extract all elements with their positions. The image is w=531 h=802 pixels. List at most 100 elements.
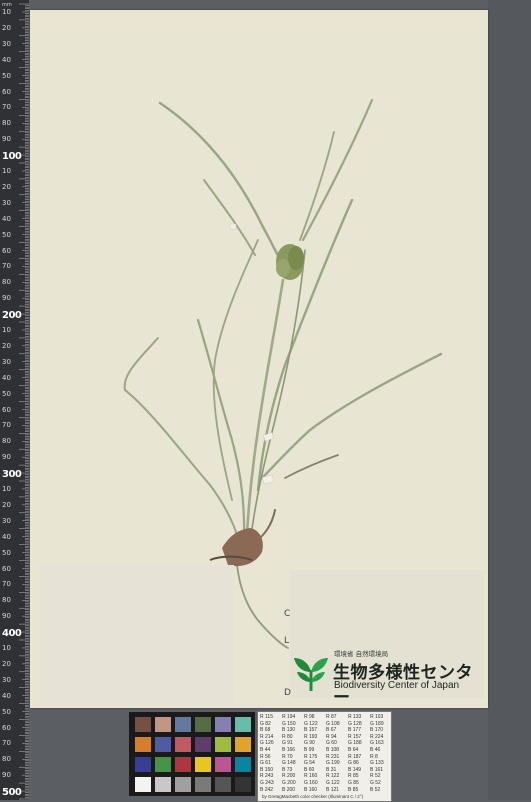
specimen-label-left xyxy=(40,565,234,703)
color-table-cell: B 157 xyxy=(304,727,318,734)
color-table-cell: R 122 xyxy=(326,773,340,780)
color-table-cell: G 52 xyxy=(370,779,381,786)
color-table-cell: G 188 xyxy=(348,740,362,747)
color-table-cell: B 200 xyxy=(282,786,296,793)
color-table-cell: B 52 xyxy=(370,786,381,793)
color-table-cell: B 99 xyxy=(304,746,315,753)
color-table-cell: B 170 xyxy=(370,727,384,734)
color-patch xyxy=(195,717,211,732)
color-table-cell: G 86 xyxy=(348,760,359,767)
color-patch xyxy=(135,777,151,792)
color-table-cell: G 54 xyxy=(304,760,315,767)
color-patch xyxy=(175,777,191,792)
color-table-cell: R 193 xyxy=(304,733,318,740)
color-patch xyxy=(155,777,171,792)
color-table-cell: R 98 xyxy=(304,714,315,720)
color-table-cell: B 242 xyxy=(260,786,274,793)
color-table-cell: B 149 xyxy=(348,766,362,773)
color-patch xyxy=(195,757,211,772)
color-table-cell: B 64 xyxy=(348,746,359,753)
color-table-cell: R 160 xyxy=(304,773,318,780)
color-reference-table: R 115 R 194 R 98 R 87 R 133 R 103 G 82 G 150 G 1… xyxy=(257,711,392,802)
color-patch xyxy=(135,737,151,752)
color-table-cell: G 122 xyxy=(304,720,318,727)
color-table-cell: R 187 xyxy=(348,753,362,760)
color-table-cell: G 91 xyxy=(282,740,293,747)
label-fragment-c: C xyxy=(284,609,291,619)
color-table-cell: G 85 xyxy=(348,779,359,786)
color-table-cell: R 56 xyxy=(260,753,271,760)
color-patch xyxy=(135,717,151,732)
color-table-cell: G 160 xyxy=(304,779,318,786)
color-patch xyxy=(235,717,251,732)
label-fragment-d: D xyxy=(284,688,291,698)
color-patch xyxy=(215,757,231,772)
color-table-cell: B 121 xyxy=(326,786,340,793)
color-table-cell: G 150 xyxy=(282,720,296,727)
color-patch xyxy=(195,777,211,792)
color-patch xyxy=(215,777,231,792)
color-table-footer: by GretagMacbeth color checker (Illumina… xyxy=(262,794,364,799)
color-table-cell: G 133 xyxy=(370,760,384,767)
color-table-cell: B 161 xyxy=(370,766,384,773)
color-table-cell: B 166 xyxy=(282,746,296,753)
color-patch xyxy=(175,737,191,752)
color-patch xyxy=(235,757,251,772)
color-table-cell: R 103 xyxy=(370,714,384,720)
color-patch xyxy=(155,737,171,752)
color-table-cell: G 199 xyxy=(326,760,340,767)
color-table-cell: R 224 xyxy=(370,733,384,740)
color-table-cell: R 133 xyxy=(348,714,362,720)
color-table-cell: R 243 xyxy=(260,773,274,780)
color-table-cell: R 8 xyxy=(370,753,378,760)
color-table-cell: G 60 xyxy=(326,740,337,747)
color-table-cell: B 85 xyxy=(348,786,359,793)
color-table-cell: G 189 xyxy=(370,720,384,727)
color-table-cell: B 44 xyxy=(260,746,271,753)
ministry-name: 環境省 自然環境局 xyxy=(334,650,389,658)
color-patch xyxy=(175,717,191,732)
color-table-cell: R 175 xyxy=(304,753,318,760)
color-patch xyxy=(215,717,231,732)
color-table-cell: G 61 xyxy=(260,760,271,767)
color-patch xyxy=(195,737,211,752)
color-table-cell: G 243 xyxy=(260,779,274,786)
color-table-cell: B 160 xyxy=(304,786,318,793)
color-table-cell: G 122 xyxy=(326,779,340,786)
color-table-cell: R 115 xyxy=(260,714,273,720)
color-table-cell: G 128 xyxy=(348,720,362,727)
institution-logo: 環境省 自然環境局 生物多様性センター Biodiversity Center … xyxy=(292,648,486,708)
color-table-cell: R 87 xyxy=(326,714,337,720)
color-patch xyxy=(155,757,171,772)
color-table-cell: B 46 xyxy=(370,746,381,753)
color-table-cell: R 52 xyxy=(370,773,381,780)
color-table-cell: B 150 xyxy=(260,766,274,773)
color-table-cell: B 60 xyxy=(304,766,315,773)
color-table-cell: R 80 xyxy=(282,733,293,740)
color-patch xyxy=(215,737,231,752)
color-table-cell: G 200 xyxy=(282,779,296,786)
color-table-cell: G 90 xyxy=(304,740,315,747)
color-table-cell: G 148 xyxy=(282,760,296,767)
color-table-cell: R 231 xyxy=(326,753,340,760)
color-patch xyxy=(235,737,251,752)
color-table-cell: R 94 xyxy=(326,733,337,740)
label-fragment-l: L xyxy=(284,636,290,646)
color-table-cell: R 85 xyxy=(348,773,359,780)
color-patch xyxy=(155,717,171,732)
color-table-cell: R 214 xyxy=(260,733,274,740)
color-table-cell: R 157 xyxy=(348,733,362,740)
color-table-cell: B 67 xyxy=(326,727,337,734)
color-table-cell: G 108 xyxy=(326,720,340,727)
color-table-cell: B 130 xyxy=(282,727,296,734)
institution-name-en: Biodiversity Center of Japan xyxy=(334,680,460,691)
color-checker-card xyxy=(129,712,255,796)
color-table-cell: B 68 xyxy=(260,727,271,734)
color-patch xyxy=(175,757,191,772)
color-patch xyxy=(235,777,251,792)
color-table-cell: B 73 xyxy=(282,766,293,773)
color-table-cell: G 126 xyxy=(260,740,274,747)
color-table-cell: G 163 xyxy=(370,740,384,747)
plant-sprout-icon xyxy=(294,658,328,691)
color-patch xyxy=(135,757,151,772)
